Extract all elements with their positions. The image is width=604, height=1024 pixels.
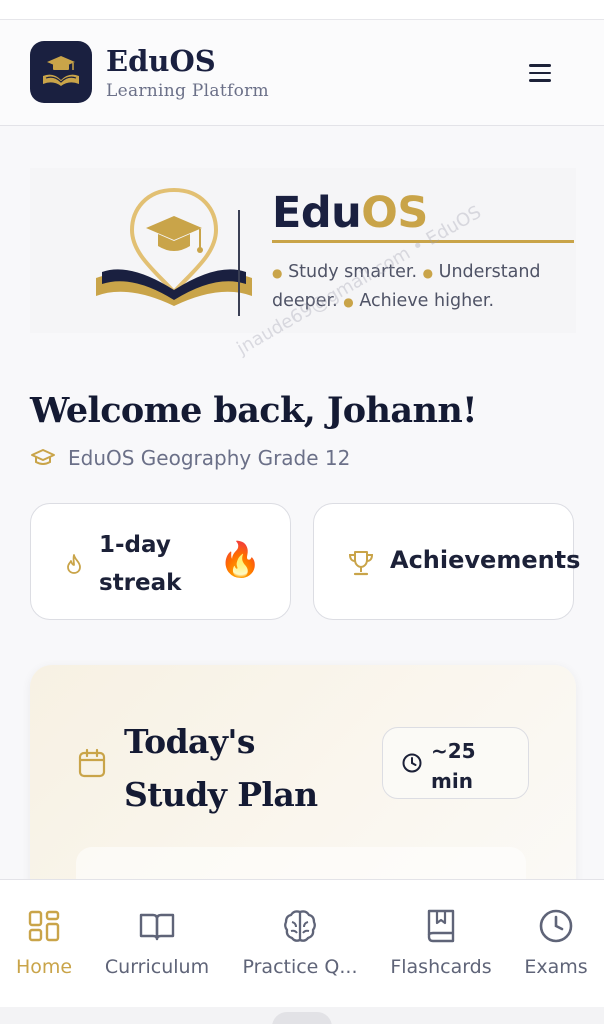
- streak-card[interactable]: 1-day streak 🔥: [30, 503, 291, 620]
- duration-label: ~25 min: [431, 739, 476, 793]
- duration-badge: ~25 min: [382, 727, 529, 799]
- brand-subtitle: Learning Platform: [106, 81, 269, 101]
- banner-rule: [272, 240, 574, 243]
- home-grid-icon: [28, 910, 60, 942]
- bottom-navigation: Home Curriculum Practice Q... Flashcards…: [0, 879, 604, 1007]
- menu-button[interactable]: [520, 57, 560, 89]
- streak-label: 1-day streak: [99, 532, 182, 596]
- clock-icon: [539, 909, 573, 943]
- app-header: EduOS Learning Platform: [0, 20, 604, 126]
- banner-title: EduOS: [272, 188, 428, 238]
- hamburger-icon: [529, 64, 551, 67]
- nav-exams-label: Exams: [524, 956, 588, 978]
- status-bar: [0, 0, 604, 20]
- course-label: EduOS Geography Grade 12: [68, 446, 351, 470]
- nav-flashcards[interactable]: Flashcards: [384, 880, 498, 990]
- trophy-icon: [348, 551, 374, 576]
- fire-emoji-icon: 🔥: [219, 540, 262, 580]
- nav-home[interactable]: Home: [4, 880, 84, 990]
- brain-icon: [284, 910, 316, 942]
- nav-home-label: Home: [15, 956, 73, 978]
- calendar-icon: [78, 748, 106, 778]
- clock-icon: [402, 753, 422, 773]
- nav-practice-label: Practice Q...: [242, 956, 358, 978]
- banner-tagline: ● Study smarter. ● Understand deeper. ● …: [272, 262, 541, 311]
- graduation-cap-icon: [31, 449, 55, 465]
- banner-logo-illustration: [96, 187, 252, 306]
- welcome-heading: Welcome back, Johann!: [30, 390, 478, 431]
- study-plan-title: Today's Study Plan: [124, 722, 318, 814]
- home-indicator[interactable]: [272, 1012, 332, 1024]
- nav-flashcards-label: Flashcards: [390, 956, 492, 978]
- course-row: EduOS Geography Grade 12: [30, 446, 350, 470]
- achievements-label: Achievements: [390, 546, 581, 574]
- brand-name: EduOS: [106, 44, 216, 78]
- nav-exams[interactable]: Exams: [516, 880, 596, 990]
- flashcard-book-icon: [427, 909, 455, 943]
- graduation-book-icon: [43, 56, 79, 86]
- app-logo[interactable]: [30, 41, 92, 103]
- nav-curriculum[interactable]: Curriculum: [100, 880, 214, 990]
- nav-curriculum-label: Curriculum: [104, 956, 210, 978]
- book-open-icon: [139, 913, 175, 941]
- nav-practice-questions[interactable]: Practice Q...: [236, 880, 364, 990]
- banner-divider: [238, 210, 240, 316]
- achievements-card[interactable]: Achievements: [313, 503, 580, 620]
- flame-icon: [67, 554, 81, 574]
